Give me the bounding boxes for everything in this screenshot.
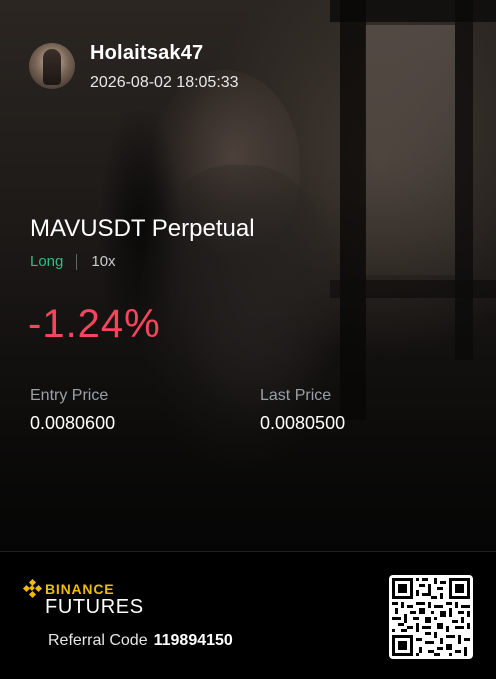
position-side: Long [30,253,64,270]
avatar-image [43,49,61,85]
share-card: Holaitsak47 2026-08-02 18:05:33 MAVUSDT … [0,0,496,551]
referral-label: Referral Code [48,632,148,649]
background-photo-frame [330,280,496,298]
avatar [29,43,75,89]
brand-product: FUTURES [45,596,144,618]
referral-qr-code[interactable] [389,575,473,659]
referral-row: Referral Code 119894150 [48,632,233,650]
username: Holaitsak47 [90,42,204,64]
side-divider [76,253,78,270]
brand-logo: BINANCE FUTURES [22,578,144,619]
background-photo-frame [455,0,473,360]
entry-price-label: Entry Price [30,387,109,404]
leverage: 10x [91,253,116,270]
last-price-value: 0.0080500 [260,413,346,433]
pnl-percent: -1.24% [28,302,161,346]
background-photo-frame [340,0,366,420]
qr-code-icon [392,578,470,656]
last-price-label: Last Price [260,387,332,404]
brand-name: BINANCE [45,580,115,597]
entry-price-value: 0.0080600 [30,413,116,433]
contract-title: MAVUSDT Perpetual [30,215,255,242]
background-photo-window [365,25,455,275]
referral-code[interactable]: 119894150 [154,632,233,649]
position-side-row: Long 10x [30,253,116,270]
binance-logo-icon [22,578,43,599]
share-timestamp: 2026-08-02 18:05:33 [90,74,239,91]
